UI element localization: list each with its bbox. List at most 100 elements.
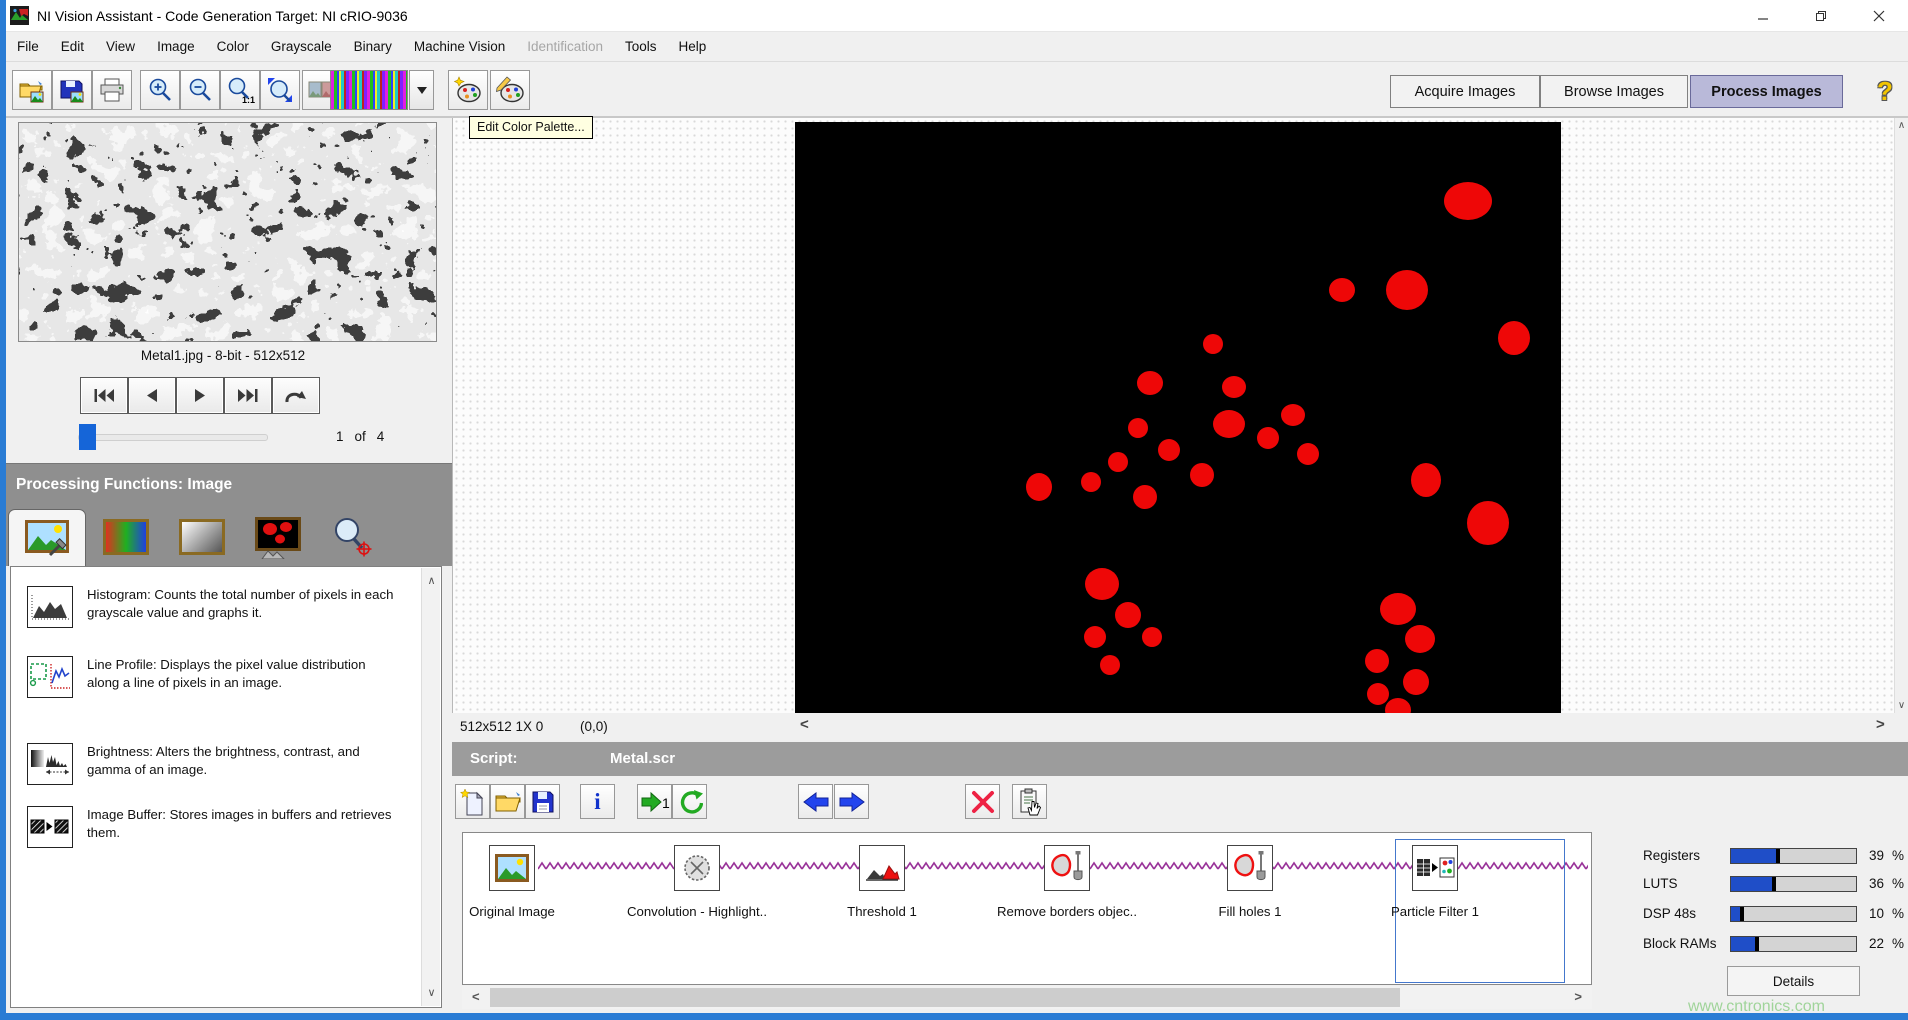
next-image-button[interactable] [176,377,224,414]
previous-image-button[interactable] [128,377,176,414]
menu-edit[interactable]: Edit [50,32,95,62]
tab-image[interactable] [8,509,86,566]
run-script-button[interactable] [672,784,707,819]
back-arrow-icon [802,790,830,814]
step-label: Fill holes 1 [1218,904,1281,919]
step-remove-borders[interactable]: Remove borders objec.. [987,845,1147,919]
menu-grayscale[interactable]: Grayscale [260,32,343,62]
menu-help[interactable]: Help [668,32,718,62]
script-header: Script: Metal.scr [452,742,1908,776]
function-brightness[interactable]: Brightness: Alters the brightness, contr… [11,743,411,785]
run-once-button[interactable]: 1 [637,784,672,819]
first-image-button[interactable] [80,377,128,414]
save-script-button[interactable] [525,784,560,819]
script-scroll-right-icon[interactable]: > [1574,989,1582,1004]
open-script-icon [494,790,522,814]
minimize-button[interactable] [1734,0,1792,32]
pick-step-button[interactable] [1012,784,1047,819]
function-image-buffer[interactable]: Image Buffer: Stores images in buffers a… [11,806,411,848]
slider-thumb[interactable] [79,424,96,450]
step-particle-filter[interactable]: Particle Filter 1 [1355,845,1515,919]
fill-holes-step-icon [1227,845,1273,891]
new-script-button[interactable] [455,784,490,819]
menu-color[interactable]: Color [206,32,260,62]
page-total: 4 [377,429,385,444]
new-color-palette-button[interactable] [448,70,488,110]
scroll-down-icon[interactable]: ∨ [422,984,441,1002]
viewer-scroll-up-icon[interactable]: ∧ [1895,120,1908,131]
zoom-out-button[interactable] [180,70,220,110]
color-palette-strip[interactable] [330,70,408,110]
function-histogram[interactable]: Histogram: Counts the total number of pi… [11,586,411,628]
menu-binary[interactable]: Binary [343,32,403,62]
binary-tab-icon [252,515,304,559]
meter-luts: LUTS 36 % [1592,876,1908,893]
step-label: Particle Filter 1 [1391,904,1479,919]
step-forward-button[interactable] [834,784,869,819]
function-brightness-text: Brightness: Alters the brightness, contr… [87,743,397,785]
script-scroll-left-icon[interactable]: < [472,989,480,1004]
acquire-images-button[interactable]: Acquire Images [1390,75,1540,108]
script-info-button[interactable]: i [580,784,615,819]
previous-icon [145,388,159,403]
tab-grayscale[interactable] [176,515,228,559]
loop-images-button[interactable] [272,377,320,414]
tab-color[interactable] [100,515,152,559]
script-toolbar: i 1 [452,776,1908,832]
edit-color-palette-button[interactable] [490,70,530,110]
step-threshold[interactable]: Threshold 1 [802,845,962,919]
zoom-in-button[interactable] [140,70,180,110]
process-images-button[interactable]: Process Images [1690,75,1843,108]
menu-machine-vision[interactable]: Machine Vision [403,32,516,62]
details-button[interactable]: Details [1727,966,1860,996]
menu-tools[interactable]: Tools [614,32,668,62]
processing-tabs [0,505,452,566]
step-back-button[interactable] [798,784,833,819]
step-convolution[interactable]: Convolution - Highlight.. [617,845,777,919]
step-fill-holes[interactable]: Fill holes 1 [1170,845,1330,919]
scroll-up-icon[interactable]: ∧ [422,572,441,590]
image-slider[interactable] [78,424,268,450]
open-image-button[interactable] [12,70,52,110]
delete-step-button[interactable] [965,784,1000,819]
zoom-fit-button[interactable] [260,70,300,110]
script-label: Script: [470,750,518,767]
meter-label: DSP 48s [1643,906,1696,921]
next-icon [193,388,207,403]
tab-binary[interactable] [252,515,304,559]
new-color-palette-icon [453,76,483,104]
palette-dropdown-button[interactable] [409,70,434,110]
restore-button[interactable] [1792,0,1850,32]
script-horizontal-scrollbar[interactable]: < > [462,986,1592,1009]
image-browser-panel: Metal1.jpg - 8-bit - 512x512 [0,118,452,1020]
last-image-button[interactable] [224,377,272,414]
viewer-scroll-right-icon[interactable]: > [1876,716,1885,733]
function-line-profile[interactable]: Line Profile: Displays the pixel value d… [11,656,411,698]
processed-image-display[interactable] [795,122,1561,713]
slider-track[interactable] [78,434,268,441]
print-button[interactable] [92,70,132,110]
browse-images-button[interactable]: Browse Images [1540,75,1688,108]
viewer-scroll-down-icon[interactable]: ∨ [1895,700,1908,711]
close-button[interactable] [1850,0,1908,32]
grayscale-tab-icon [179,519,225,555]
meter-dsp48s: DSP 48s 10 % [1592,906,1908,923]
help-button[interactable]: ? [1868,72,1902,110]
step-original-image[interactable]: Original Image [432,845,592,919]
viewer-scroll-left-icon[interactable]: < [800,716,809,733]
menu-image[interactable]: Image [146,32,206,62]
script-scrollbar-thumb[interactable] [490,988,1400,1007]
svg-text:1: 1 [662,795,670,811]
image-thumbnail[interactable] [18,122,437,342]
title-bar: NI Vision Assistant - Code Generation Ta… [0,0,1908,32]
save-image-button[interactable] [52,70,92,110]
zoom-1to1-button[interactable]: 1:1 [220,70,260,110]
open-script-button[interactable] [490,784,525,819]
menu-file[interactable]: File [6,32,50,62]
menu-view[interactable]: View [95,32,146,62]
tab-machine-vision[interactable] [326,515,378,559]
function-list-scrollbar[interactable]: ∧ ∨ [421,568,440,1006]
histogram-icon [27,586,73,628]
viewer-vertical-scrollbar[interactable]: ∧ ∨ [1894,118,1908,713]
particle-filter-step-icon [1412,845,1458,891]
